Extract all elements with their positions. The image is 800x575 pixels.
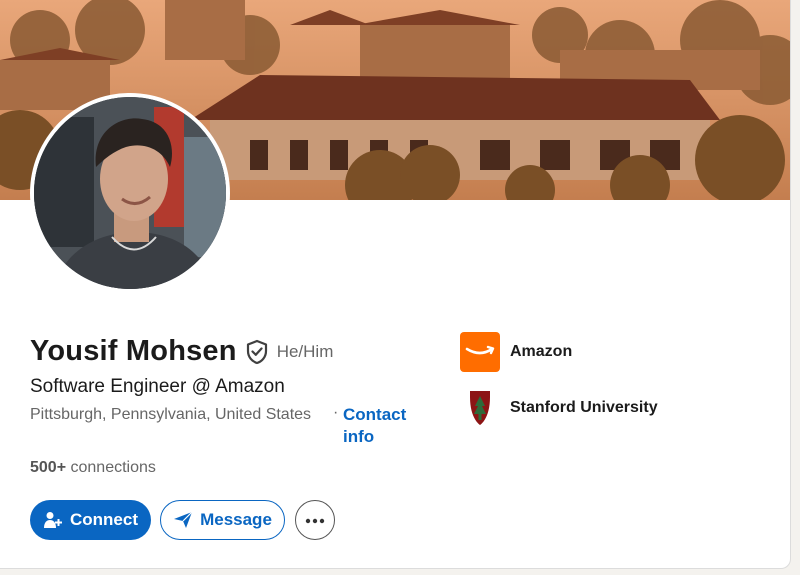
message-label: Message bbox=[200, 510, 272, 529]
org-amazon-name: Amazon bbox=[510, 343, 573, 360]
profile-location: Pittsburgh, Pennsylvania, United States bbox=[30, 406, 312, 423]
location-separator: · bbox=[333, 404, 339, 421]
connections-count[interactable]: 500+ connections bbox=[30, 459, 156, 477]
more-actions-button[interactable] bbox=[295, 500, 335, 540]
send-icon bbox=[173, 511, 193, 529]
pronouns: He/Him bbox=[276, 341, 334, 361]
add-person-icon bbox=[43, 511, 63, 529]
connect-button[interactable]: Connect bbox=[30, 500, 151, 540]
contact-info-link[interactable]: Contact info bbox=[343, 404, 423, 448]
ellipsis-icon bbox=[305, 511, 325, 529]
connections-number: 500+ bbox=[30, 459, 67, 476]
verified-shield-icon[interactable] bbox=[245, 339, 269, 365]
avatar-photo bbox=[34, 97, 226, 289]
profile-card: Yousif Mohsen He/Him Software Engineer @… bbox=[0, 0, 791, 569]
connect-label: Connect bbox=[70, 510, 138, 529]
stanford-logo-icon bbox=[460, 388, 500, 428]
org-stanford-name: Stanford University bbox=[510, 399, 658, 416]
profile-headline: Software Engineer @ Amazon bbox=[30, 376, 285, 397]
profile-avatar[interactable] bbox=[30, 93, 230, 293]
org-stanford[interactable]: Stanford University bbox=[460, 388, 658, 428]
amazon-logo-icon bbox=[460, 332, 500, 372]
connections-label: connections bbox=[66, 459, 156, 476]
org-amazon[interactable]: Amazon bbox=[460, 332, 572, 372]
message-button[interactable]: Message bbox=[160, 500, 285, 540]
name-row: Yousif Mohsen He/Him bbox=[30, 335, 333, 368]
profile-name: Yousif Mohsen bbox=[30, 335, 237, 367]
